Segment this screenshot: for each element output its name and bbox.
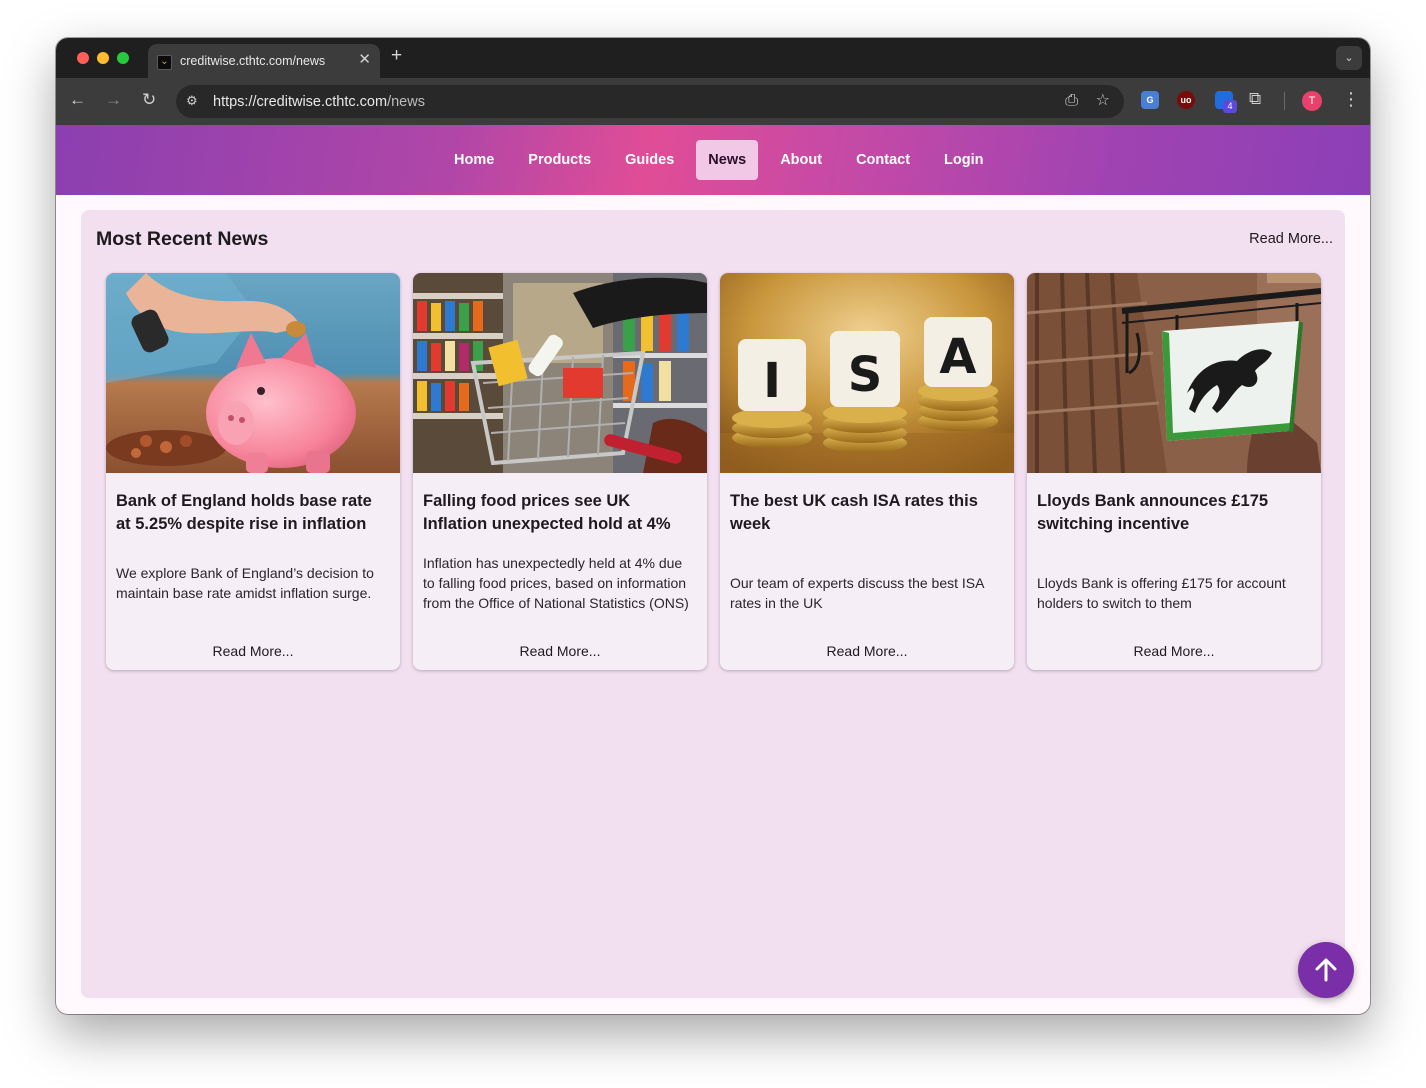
isa-letter-tile: A bbox=[939, 329, 976, 385]
tab-title: creditwise.cthtc.com/news bbox=[180, 54, 326, 68]
isa-tiles-image: I S A bbox=[720, 273, 1014, 473]
site-favicon-icon: ⌄ bbox=[157, 55, 172, 70]
forward-arrow-icon[interactable]: → bbox=[105, 90, 122, 110]
news-card[interactable]: Bank of England holds base rate at 5.25%… bbox=[106, 273, 400, 670]
new-tab-button[interactable]: + bbox=[391, 46, 402, 66]
url-text[interactable]: https://creditwise.cthtc.com/news bbox=[213, 94, 425, 110]
lloyds-bank-sign-image bbox=[1027, 273, 1321, 473]
browser-tab[interactable]: ⌄ creditwise.cthtc.com/news ✕ bbox=[148, 44, 380, 78]
news-panel: Most Recent News Read More... Bank of En… bbox=[81, 210, 1345, 998]
card-read-more-link[interactable]: Read More... bbox=[1027, 643, 1321, 659]
card-read-more-link[interactable]: Read More... bbox=[720, 643, 1014, 659]
scroll-to-top-button[interactable] bbox=[1298, 942, 1354, 998]
nav-link-contact[interactable]: Contact bbox=[839, 140, 927, 180]
news-card[interactable]: I S A The best UK cash ISA rates this we… bbox=[720, 273, 1014, 670]
nav-link-products[interactable]: Products bbox=[511, 140, 608, 180]
card-title[interactable]: Lloyds Bank announces £175 switching inc… bbox=[1037, 490, 1309, 536]
card-read-more-link[interactable]: Read More... bbox=[413, 643, 707, 659]
card-title[interactable]: Bank of England holds base rate at 5.25%… bbox=[116, 490, 388, 536]
back-arrow-icon[interactable]: ← bbox=[69, 90, 86, 110]
url-path: /news bbox=[387, 94, 425, 110]
site-info-icon[interactable]: ⚙ bbox=[186, 93, 198, 109]
nav-link-home[interactable]: Home bbox=[437, 140, 511, 180]
card-description: We explore Bank of England’s decision to… bbox=[116, 565, 374, 601]
profile-avatar[interactable]: T bbox=[1302, 91, 1322, 111]
card-description: Our team of experts discuss the best ISA… bbox=[730, 575, 984, 611]
nav-links: Home Products Guides News About Contact Login bbox=[437, 140, 1001, 180]
card-read-more-link[interactable]: Read More... bbox=[106, 643, 400, 659]
browser-window: ⌄ creditwise.cthtc.com/news ✕ + ⌄ ← → ↻ … bbox=[56, 38, 1370, 1014]
tab-close-icon[interactable]: ✕ bbox=[358, 52, 371, 68]
arrow-up-icon bbox=[1315, 958, 1337, 982]
install-app-icon[interactable]: ⎙ bbox=[1065, 92, 1078, 110]
supermarket-trolley-image bbox=[413, 273, 707, 473]
tab-search-chevron-icon[interactable]: ⌄ bbox=[1336, 46, 1362, 70]
news-card[interactable]: Falling food prices see UK Inflation une… bbox=[413, 273, 707, 670]
piggy-bank-image bbox=[106, 273, 400, 473]
isa-letter-tile: I bbox=[763, 353, 781, 409]
toolbar-divider bbox=[1284, 92, 1285, 110]
browser-toolbar: ← → ↻ ⚙ https://creditwise.cthtc.com/new… bbox=[56, 78, 1370, 125]
ublock-extension-icon[interactable]: uo bbox=[1177, 91, 1195, 109]
card-title[interactable]: Falling food prices see UK Inflation une… bbox=[423, 490, 695, 536]
section-heading: Most Recent News bbox=[96, 228, 269, 250]
close-window-button[interactable] bbox=[77, 52, 89, 64]
extension-count-badge: 4 bbox=[1223, 100, 1237, 113]
address-bar[interactable]: ⚙ https://creditwise.cthtc.com/news ⎙ ☆ bbox=[176, 85, 1124, 118]
extensions-puzzle-icon[interactable]: ⧉ bbox=[1249, 89, 1261, 109]
translate-extension-icon[interactable]: G bbox=[1141, 91, 1159, 109]
minimize-window-button[interactable] bbox=[97, 52, 109, 64]
zoom-window-button[interactable] bbox=[117, 52, 129, 64]
tab-strip: ⌄ creditwise.cthtc.com/news ✕ + ⌄ bbox=[56, 38, 1370, 78]
nav-link-login[interactable]: Login bbox=[927, 140, 1000, 180]
nav-link-about[interactable]: About bbox=[763, 140, 839, 180]
reload-icon[interactable]: ↻ bbox=[142, 90, 156, 110]
news-card[interactable]: Lloyds Bank announces £175 switching inc… bbox=[1027, 273, 1321, 670]
browser-menu-icon[interactable]: ⋮ bbox=[1342, 89, 1360, 109]
card-description: Inflation has unexpectedly held at 4% du… bbox=[423, 555, 689, 611]
card-title[interactable]: The best UK cash ISA rates this week bbox=[730, 490, 1002, 536]
url-host: https://creditwise.cthtc.com bbox=[213, 94, 388, 110]
bookmark-star-icon[interactable]: ☆ bbox=[1096, 92, 1110, 110]
nav-link-guides[interactable]: Guides bbox=[608, 140, 691, 180]
card-description: Lloyds Bank is offering £175 for account… bbox=[1037, 575, 1286, 611]
nav-link-news[interactable]: News bbox=[696, 140, 759, 180]
isa-letter-tile: S bbox=[848, 347, 883, 403]
site-navbar: Home Products Guides News About Contact Login bbox=[56, 125, 1370, 195]
section-read-more-link[interactable]: Read More... bbox=[1249, 231, 1333, 247]
